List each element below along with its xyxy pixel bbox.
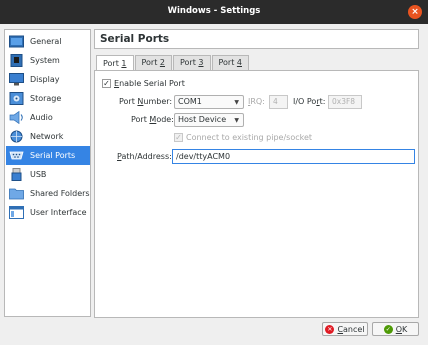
system-icon <box>10 54 23 67</box>
shared-folders-icon <box>9 188 24 200</box>
page-title: Serial Ports <box>94 29 419 49</box>
label-text: nable Serial Port <box>119 79 185 88</box>
tab-label: Port <box>180 58 196 67</box>
sidebar-item-label: Network <box>30 132 64 141</box>
label-text: RQ: <box>250 97 265 106</box>
tab-port-3[interactable]: Port 3 <box>173 55 211 70</box>
display-icon <box>9 73 24 86</box>
label-text: t: <box>319 97 326 106</box>
ok-button-label: OK <box>396 325 408 334</box>
close-button[interactable]: × <box>408 5 422 19</box>
label-text: I/O Po <box>293 97 317 106</box>
cancel-icon: ✕ <box>325 324 335 334</box>
sidebar-item-general[interactable]: General <box>6 32 90 51</box>
sidebar-item-label: Storage <box>30 94 62 103</box>
sidebar-item-label: Audio <box>30 113 53 122</box>
sidebar-item-system[interactable]: System <box>6 51 90 70</box>
ok-check-icon: ✓ <box>383 324 393 334</box>
connect-existing-checkbox[interactable]: ✓ <box>174 133 183 142</box>
label-text: ancel <box>343 324 365 334</box>
tab-mnemonic: 3 <box>198 58 204 67</box>
tab-label: Port <box>141 58 158 67</box>
io-port-label: I/O Port: <box>293 97 325 106</box>
port-tabs: Port 1 Port 2 Port 3 Port 4 <box>96 55 250 71</box>
sidebar-item-label: Display <box>30 75 60 84</box>
sidebar-item-display[interactable]: Display <box>6 70 90 89</box>
tab-port-4[interactable]: Port 4 <box>211 55 249 70</box>
irq-label: IRQ: <box>248 97 265 106</box>
settings-sidebar: General System Display Storage Audio Net… <box>4 29 91 317</box>
connect-existing-label: Connect to existing pipe/socket <box>186 133 313 142</box>
path-address-input[interactable]: /dev/ttyACM0 <box>172 149 415 164</box>
sidebar-item-storage[interactable]: Storage <box>6 89 90 108</box>
tab-mnemonic: 1 <box>121 58 127 68</box>
port-mode-label: Port Mode: <box>131 115 174 124</box>
chevron-down-icon: ▼ <box>234 99 239 106</box>
serial-ports-icon <box>9 151 24 160</box>
storage-icon <box>9 92 24 105</box>
network-icon <box>10 130 23 143</box>
sidebar-item-network[interactable]: Network <box>6 127 90 146</box>
sidebar-item-shared-folders[interactable]: Shared Folders <box>6 184 90 203</box>
cancel-button[interactable]: ✕ Cancel <box>322 322 368 336</box>
tab-mnemonic: 4 <box>236 58 242 67</box>
sidebar-item-usb[interactable]: USB <box>6 165 90 184</box>
title-bar: Windows - Settings × <box>0 0 428 24</box>
user-interface-icon <box>9 206 24 219</box>
sidebar-item-audio[interactable]: Audio <box>6 108 90 127</box>
tab-mnemonic: 2 <box>159 58 165 67</box>
label-text: Port <box>119 97 138 106</box>
io-port-field[interactable]: 0x3F8 <box>328 95 362 109</box>
sidebar-item-label: System <box>30 56 60 65</box>
tab-label: Port <box>103 58 119 68</box>
label-text: ode: <box>156 115 174 124</box>
label-text: ath/Address: <box>121 152 172 161</box>
chevron-down-icon: ▼ <box>234 117 239 124</box>
sidebar-item-label: USB <box>30 170 47 179</box>
label-text: Port <box>131 115 150 124</box>
window-title: Windows - Settings <box>167 6 261 16</box>
tab-port-2[interactable]: Port 2 <box>134 55 172 70</box>
port-number-select[interactable]: COM1 ▼ <box>174 95 244 109</box>
port-number-value: COM1 <box>178 97 202 106</box>
port-mode-select[interactable]: Host Device ▼ <box>174 113 244 127</box>
label-text: umber: <box>143 97 173 106</box>
tab-port-1[interactable]: Port 1 <box>96 55 134 71</box>
general-icon <box>9 35 24 48</box>
usb-icon <box>11 168 22 181</box>
sidebar-item-label: Serial Ports <box>30 151 76 160</box>
enable-serial-port-label: Enable Serial Port <box>114 79 185 88</box>
ok-button[interactable]: ✓ OK <box>372 322 419 336</box>
irq-field[interactable]: 4 <box>269 95 288 109</box>
label-text: K <box>402 324 408 334</box>
enable-serial-port-checkbox[interactable]: ✓ <box>102 79 111 88</box>
port-number-label: Port Number: <box>119 97 172 106</box>
sidebar-item-label: Shared Folders <box>30 189 90 198</box>
port-mode-value: Host Device <box>178 115 227 124</box>
sidebar-item-label: General <box>30 37 62 46</box>
sidebar-item-label: User Interface <box>30 208 87 217</box>
port-settings-panel: ✓ Enable Serial Port Port Number: COM1 ▼… <box>94 70 419 318</box>
tab-label: Port <box>218 58 235 67</box>
sidebar-item-serial-ports[interactable]: Serial Ports <box>6 146 90 165</box>
path-address-label: Path/Address: <box>117 152 172 161</box>
audio-icon <box>9 111 23 124</box>
sidebar-item-user-interface[interactable]: User Interface <box>6 203 90 222</box>
cancel-button-label: Cancel <box>337 325 364 334</box>
